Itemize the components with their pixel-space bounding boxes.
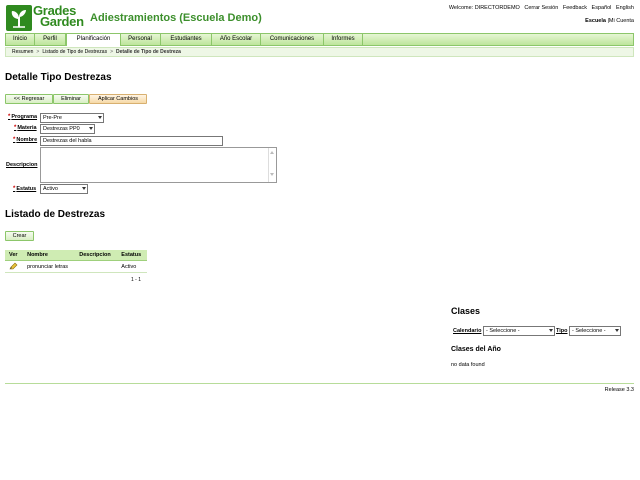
row-nombre: pronunciar letras [23,260,76,273]
back-button[interactable]: << Regresar [5,94,53,104]
calendario-select[interactable]: - Seleccione - [483,326,555,336]
descripcion-label: Descripcion [6,162,38,168]
scroll-down-icon [270,173,274,176]
materia-label: *Materia [14,125,37,131]
no-data-text: no data found [451,362,485,368]
chevron-down-icon [89,127,93,130]
col-descripcion: Descripcion [75,250,118,261]
nombre-input[interactable]: Destrezas del habla [40,136,223,146]
clases-anio-title: Clases del Año [451,346,501,353]
listado-title: Listado de Destrezas [5,209,106,220]
table-row: pronunciar letras Activo [5,260,147,273]
scroll-up-icon [270,151,274,154]
estatus-label: *Estatus [13,186,37,192]
apply-changes-button[interactable]: Aplicar Cambios [89,94,147,104]
textarea-scrollbar[interactable] [268,148,276,182]
app-title: Adiestramientos (Escuela Demo) [90,12,262,24]
nombre-label: *Nombre [13,137,38,143]
breadcrumb-listado[interactable]: Listado de Tipo de Destrezas [42,49,107,55]
col-estatus: Estatus [117,250,147,261]
tipo-select[interactable]: - Seleccione - [569,326,621,336]
sprout-icon [6,5,32,31]
materia-select[interactable]: Destrezas PP0 [40,124,95,134]
chevron-down-icon [82,187,86,190]
tipo-label: Tipo [556,328,568,334]
tab-informes[interactable]: Informes [324,34,363,45]
destrezas-table: Ver Nombre Descripcion Estatus pronuncia… [5,250,147,273]
welcome-text: Welcome: DIRECTORDEMO [448,5,520,11]
my-account-link[interactable]: Mi Cuenta [609,18,634,24]
create-button[interactable]: Crear [5,231,34,241]
estatus-select[interactable]: Activo [40,184,88,194]
spanish-link[interactable]: Español [592,5,612,11]
tab-estudiantes[interactable]: Estudiantes [161,34,212,45]
programa-label: *Programa [8,114,38,120]
logo-wordmark: Grades Garden [33,3,84,29]
col-ver: Ver [5,250,24,261]
pencil-icon[interactable] [5,260,24,273]
table-header-row: Ver Nombre Descripcion Estatus [5,250,147,261]
footer-divider [5,383,634,384]
chevron-down-icon [615,329,619,332]
feedback-link[interactable]: Feedback [563,5,587,11]
delete-button[interactable]: Eliminar [53,94,89,104]
breadcrumb-sep: > [110,49,114,55]
tab-personal[interactable]: Personal [120,34,161,45]
calendario-label: Calendario [453,328,482,334]
breadcrumb-resumen[interactable]: Resumen [12,49,33,55]
logout-link[interactable]: Cerrar Sesión [524,5,558,11]
tab-comunicaciones[interactable]: Comunicaciones [261,34,324,45]
grades-garden-logo[interactable]: Grades Garden [6,3,86,31]
pager: 1 - 1 [131,277,142,283]
chevron-down-icon [98,116,102,119]
detail-title: Detalle Tipo Destrezas [5,72,112,83]
row-estatus: Activo [117,260,147,273]
tab-perfil[interactable]: Perfil [35,34,66,45]
tab-planificacion[interactable]: Planificación [66,34,121,46]
col-nombre: Nombre [23,250,76,261]
english-link[interactable]: English [616,5,634,11]
school-label: Escuela [585,18,606,24]
school-bar: Escuela |Mi Cuenta [585,18,634,24]
main-nav: Inicio Perfil Planificación Personal Est… [5,33,634,46]
breadcrumb-sep: > [36,49,40,55]
breadcrumb: Resumen > Listado de Tipo de Destrezas > Det… [5,47,634,57]
descripcion-textarea[interactable] [40,147,277,183]
chevron-down-icon [549,329,553,332]
breadcrumb-current: Detalle de Tipo de Destreza [116,49,181,55]
clases-title: Clases [451,306,481,316]
programa-select[interactable]: Pre-Pre [40,113,104,123]
top-links: Welcome: DIRECTORDEMO Cerrar Sesión Feed… [446,5,634,11]
release-text: Release 3.3 [604,387,634,393]
tab-ano-escolar[interactable]: Año Escolar [212,34,261,45]
tab-inicio[interactable]: Inicio [6,34,35,45]
row-descripcion [75,260,118,273]
